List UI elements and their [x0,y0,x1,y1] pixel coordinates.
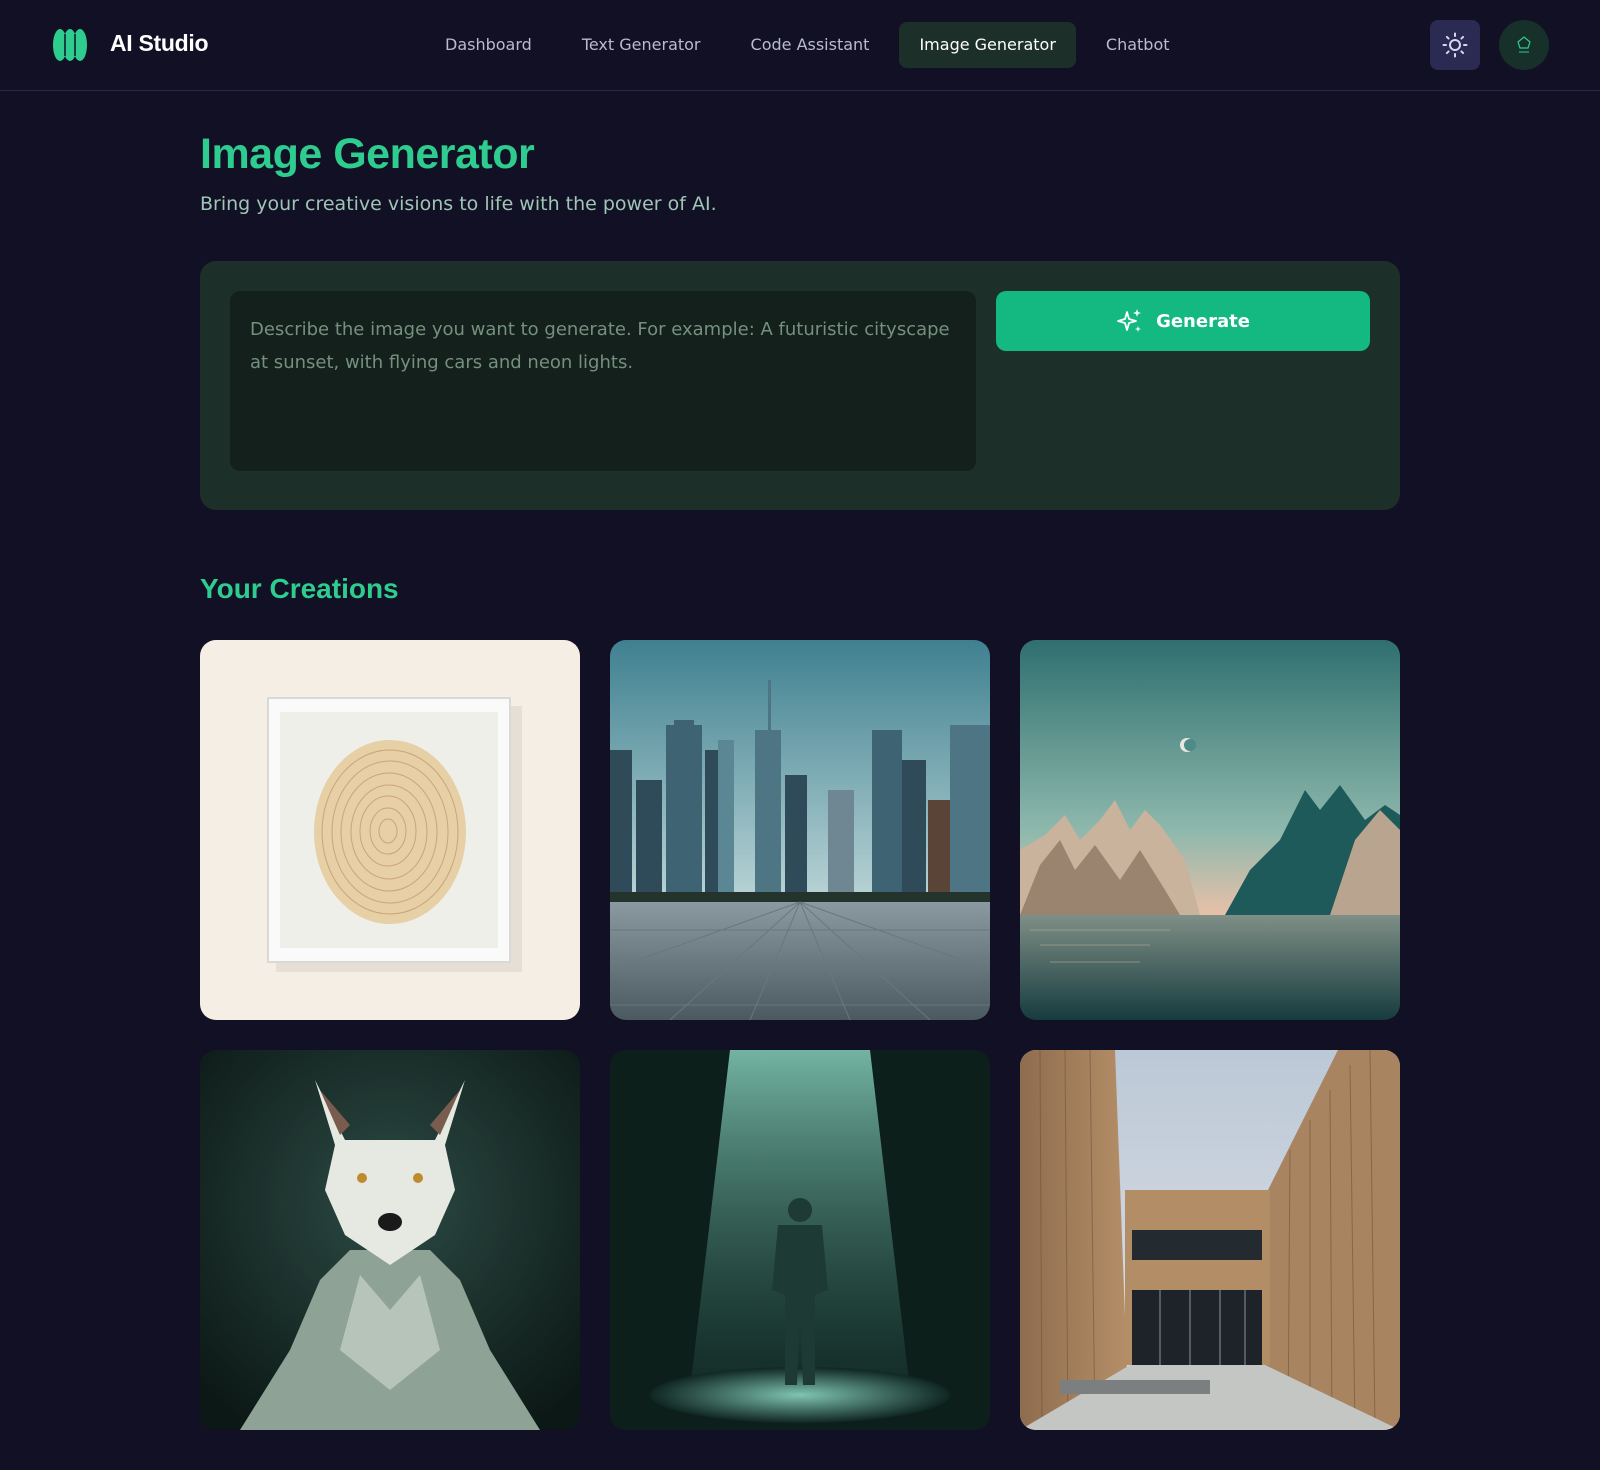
creation-mountains-over-water[interactable] [1020,640,1400,1020]
creations-title: Your Creations [200,573,399,604]
creation-city-skyline-plaza[interactable] [610,640,990,1020]
theme-toggle-button[interactable] [1430,20,1480,70]
creation-framed-tree-ring-art[interactable] [200,640,580,1020]
prompt-input[interactable] [230,291,976,471]
page-title: Image Generator [200,130,535,178]
creation-image [200,640,580,1020]
creation-image [610,640,990,1020]
creation-white-wolf-portrait[interactable] [200,1050,580,1430]
nav-item-code-assistant[interactable]: Code Assistant [731,22,890,68]
user-avatar-button[interactable] [1499,20,1549,70]
top-navbar: AI Studio Dashboard Text Generator Code … [0,0,1600,91]
creation-image [610,1050,990,1430]
generate-label: Generate [1156,310,1250,332]
page-subtitle: Bring your creative visions to life with… [200,193,717,215]
nav-item-dashboard[interactable]: Dashboard [425,22,552,68]
creations-gallery [200,640,1400,1430]
creation-image [200,1050,580,1430]
creation-image [1020,640,1400,1020]
app-logo-icon[interactable] [53,28,87,62]
sparkles-icon [1117,309,1142,332]
sun-icon [1442,32,1468,58]
creation-image [1020,1050,1400,1430]
creation-figure-in-spotlight[interactable] [610,1050,990,1430]
nav-item-chatbot[interactable]: Chatbot [1086,22,1190,68]
creation-modern-building-courtyard[interactable] [1020,1050,1400,1430]
generate-button[interactable]: Generate [996,291,1370,351]
main-nav: Dashboard Text Generator Code Assistant … [425,22,1190,68]
app-name[interactable]: AI Studio [110,30,209,57]
generator-panel: Generate [200,261,1400,510]
user-avatar-icon [1517,36,1531,53]
nav-item-text-generator[interactable]: Text Generator [562,22,721,68]
nav-item-image-generator[interactable]: Image Generator [899,22,1076,68]
